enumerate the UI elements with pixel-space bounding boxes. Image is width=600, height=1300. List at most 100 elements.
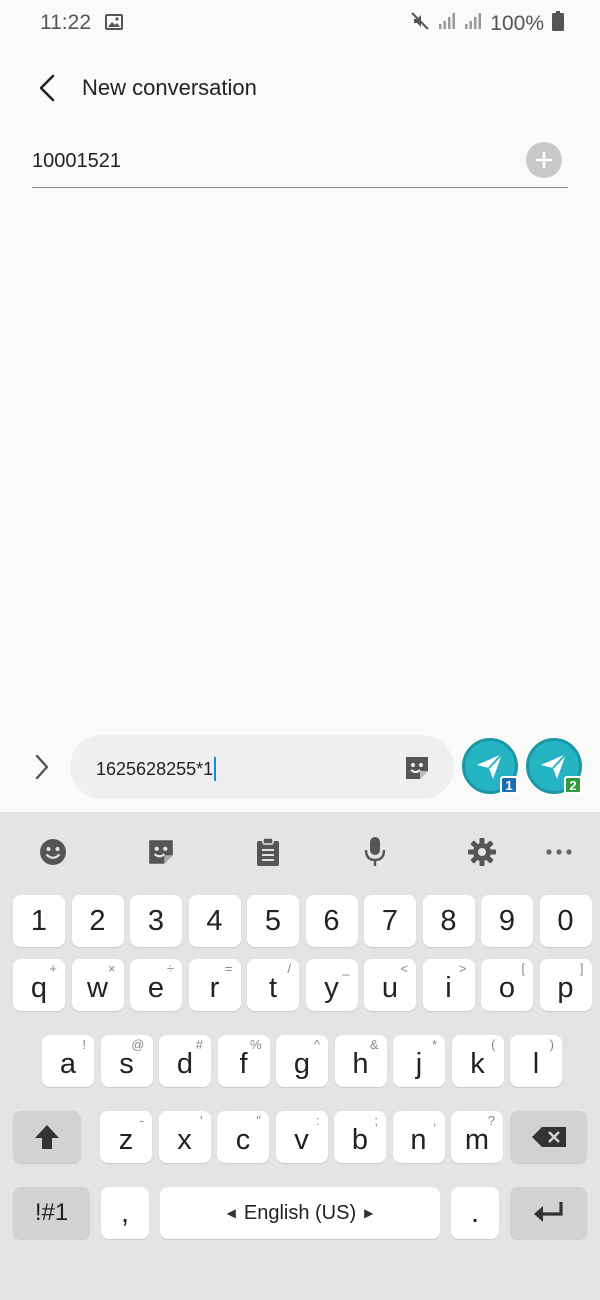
key-k[interactable]: (k xyxy=(451,1035,504,1087)
key-1[interactable]: 1 xyxy=(13,895,65,947)
key-label: u xyxy=(381,971,399,1004)
key-3[interactable]: 3 xyxy=(130,895,182,947)
key-a[interactable]: ! a xyxy=(42,1035,94,1087)
key-e[interactable]: ÷ e xyxy=(130,959,182,1011)
battery-icon xyxy=(552,11,564,36)
composer: 1625628255*1 1 2 xyxy=(0,733,600,801)
key-8[interactable]: 8 xyxy=(422,895,475,947)
key-6[interactable]: 6 xyxy=(305,895,358,947)
key-i[interactable]: > i xyxy=(422,959,475,1011)
key-d[interactable]: # d xyxy=(159,1035,211,1087)
key-v[interactable]: :v xyxy=(275,1111,328,1163)
key-l[interactable]: ) l xyxy=(510,1035,562,1087)
key-h[interactable]: & h xyxy=(334,1035,387,1087)
key-label: n xyxy=(410,1123,427,1156)
key-s[interactable]: @ s xyxy=(100,1035,153,1087)
recipient-input[interactable] xyxy=(32,146,502,176)
key-y[interactable]: _ y xyxy=(305,959,358,1011)
key-t[interactable]: / t xyxy=(247,959,299,1011)
expand-button[interactable] xyxy=(28,749,56,785)
messages-screen: 11:22 100% New conversation 10001521 162… xyxy=(0,0,600,1300)
key-f[interactable]: % f xyxy=(217,1035,270,1087)
key-5[interactable]: 5 xyxy=(247,895,299,947)
key-label: , xyxy=(120,1196,130,1229)
key-2[interactable]: 2 xyxy=(71,895,124,947)
back-button[interactable] xyxy=(30,70,64,106)
recipient-row xyxy=(32,138,568,188)
key-label: o xyxy=(498,971,516,1004)
more-options-button[interactable] xyxy=(541,834,577,870)
key-n[interactable]: ,n xyxy=(392,1111,445,1163)
key-p[interactable]: ] p xyxy=(539,959,592,1011)
key-secondary-symbol: [ xyxy=(521,961,525,976)
enter-key[interactable] xyxy=(510,1187,587,1239)
key-label: 4 xyxy=(206,904,223,937)
key-label: f xyxy=(239,1047,248,1080)
add-recipient-button[interactable] xyxy=(526,142,562,178)
message-value: 1625628255*1 xyxy=(96,758,214,779)
sim-badge: 1 xyxy=(500,776,518,794)
key-label: 6 xyxy=(323,904,340,937)
key-g[interactable]: ^ g xyxy=(276,1035,328,1087)
key-secondary-symbol: _ xyxy=(342,961,350,976)
key-label: a xyxy=(59,1047,77,1080)
space-key[interactable]: ◀ English (US) ▶ xyxy=(160,1187,440,1239)
back-arrow-icon xyxy=(39,74,55,102)
keyboard-settings-button[interactable] xyxy=(464,834,500,870)
key-label: 7 xyxy=(381,904,399,937)
backspace-icon xyxy=(531,1127,566,1147)
key-secondary-symbol: # xyxy=(195,1037,203,1052)
key-label: t xyxy=(268,971,278,1004)
key-u[interactable]: < u xyxy=(364,959,416,1011)
chevron-right-icon xyxy=(35,754,49,780)
message-text: 1625628255*1 xyxy=(96,757,217,781)
key-q[interactable]: + q xyxy=(13,959,65,1011)
key-b[interactable]: ; b xyxy=(334,1111,386,1163)
key-label: h xyxy=(352,1047,369,1080)
key-secondary-symbol: ' xyxy=(200,1113,203,1128)
key-m[interactable]: ? m xyxy=(451,1111,503,1163)
key-label: y xyxy=(324,971,339,1004)
backspace-key[interactable] xyxy=(510,1111,587,1163)
key-secondary-symbol: @ xyxy=(131,1037,145,1052)
period-key[interactable]: . xyxy=(451,1187,499,1239)
key-9[interactable]: 9 xyxy=(481,895,533,947)
key-4[interactable]: 4 xyxy=(188,895,241,947)
shift-key[interactable] xyxy=(13,1111,81,1163)
key-r[interactable]: = r xyxy=(188,959,241,1011)
key-label: r xyxy=(209,971,220,1004)
key-secondary-symbol: × xyxy=(107,961,116,976)
key-7[interactable]: 7 xyxy=(364,895,416,947)
key-label: d xyxy=(176,1047,194,1080)
key-label: 5 xyxy=(264,904,282,937)
send-sim1-button[interactable]: 1 xyxy=(462,738,518,794)
key-j[interactable]: * j xyxy=(393,1035,445,1087)
key-label: 8 xyxy=(440,904,457,937)
comma-key[interactable]: , xyxy=(101,1187,149,1239)
sim-badge: 2 xyxy=(564,776,582,794)
key-c[interactable]: " c xyxy=(217,1111,269,1163)
key-x[interactable]: ' x xyxy=(158,1111,211,1163)
emoji-button[interactable] xyxy=(35,834,71,870)
sticker-button[interactable] xyxy=(402,753,432,783)
key-o[interactable]: [o xyxy=(481,959,533,1011)
key-secondary-symbol: > xyxy=(458,961,467,976)
key-0[interactable]: 0 xyxy=(539,895,592,947)
key-label: v xyxy=(294,1123,309,1156)
key-z[interactable]: -z xyxy=(100,1111,152,1163)
mute-icon xyxy=(410,11,430,36)
key-label: g xyxy=(293,1047,311,1080)
key-label: 3 xyxy=(147,904,165,937)
clipboard-button[interactable] xyxy=(250,834,286,870)
key-label: 2 xyxy=(89,904,106,937)
key-secondary-symbol: / xyxy=(287,961,291,976)
key-label: x xyxy=(177,1123,192,1156)
key-w[interactable]: × w xyxy=(71,959,124,1011)
voice-input-button[interactable] xyxy=(357,834,393,870)
sticker-keyboard-button[interactable] xyxy=(143,834,179,870)
send-sim2-button[interactable]: 2 xyxy=(526,738,582,794)
keyboard-toolbar xyxy=(0,812,600,892)
message-input[interactable]: 1625628255*1 xyxy=(70,735,454,799)
symbols-key[interactable]: !#1 xyxy=(13,1187,90,1239)
status-right: 100% xyxy=(410,11,564,36)
